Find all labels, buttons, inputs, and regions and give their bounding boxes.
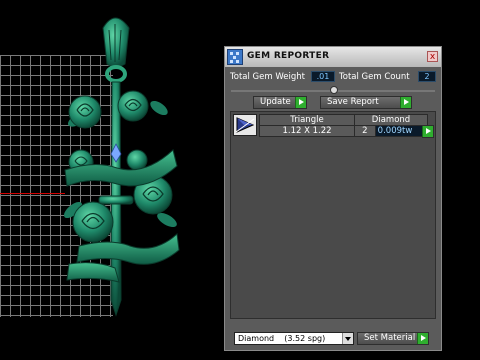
material-select[interactable]: Diamond (3.52 spg) — [234, 332, 354, 345]
total-gem-weight-value: .01 — [311, 71, 335, 82]
set-material-button-label: Set Material — [364, 333, 416, 343]
gem-weight-cell: 0.009tw — [374, 125, 429, 137]
set-material-button[interactable]: Set Material — [357, 332, 429, 345]
row-go-button[interactable] — [422, 125, 434, 138]
column-header-shape: Triangle — [259, 114, 355, 126]
total-gem-count-label: Total Gem Count — [339, 72, 410, 82]
gem-list-panel[interactable]: Triangle Diamond 1.12 X 1.22 2 0.009tw — [230, 111, 436, 319]
save-report-button-label: Save Report — [327, 97, 379, 107]
pendant-model[interactable] — [55, 10, 185, 320]
material-select-value: Diamond (3.52 spg) — [238, 334, 326, 343]
play-arrow-icon — [295, 97, 306, 108]
play-arrow-icon — [400, 97, 411, 108]
gem-table: Triangle Diamond 1.12 X 1.22 2 0.009tw — [259, 114, 429, 137]
table-row[interactable]: 1.12 X 1.22 2 0.009tw — [259, 125, 429, 137]
column-header-material: Diamond — [354, 114, 428, 126]
dropdown-arrow-icon[interactable] — [342, 333, 353, 344]
save-report-button[interactable]: Save Report — [320, 96, 412, 109]
gem-size-cell: 1.12 X 1.22 — [259, 125, 355, 137]
triangle-gem-icon[interactable] — [233, 114, 257, 136]
update-button-label: Update — [260, 97, 291, 107]
slider-handle[interactable] — [330, 86, 338, 94]
play-arrow-icon — [417, 333, 428, 344]
gem-reporter-app-icon — [227, 49, 243, 65]
total-gem-weight-label: Total Gem Weight — [230, 72, 305, 82]
close-icon[interactable]: x — [427, 51, 438, 62]
gem-count-cell: 2 — [354, 125, 376, 137]
update-button[interactable]: Update — [253, 96, 307, 109]
gem-reporter-dialog: GEM REPORTER x Total Gem Weight .01 Tota… — [224, 46, 442, 351]
total-gem-count-value: 2 — [418, 71, 436, 82]
dialog-title: GEM REPORTER — [247, 51, 330, 61]
title-bar[interactable]: GEM REPORTER x — [225, 47, 441, 67]
play-arrow-icon — [422, 126, 433, 137]
